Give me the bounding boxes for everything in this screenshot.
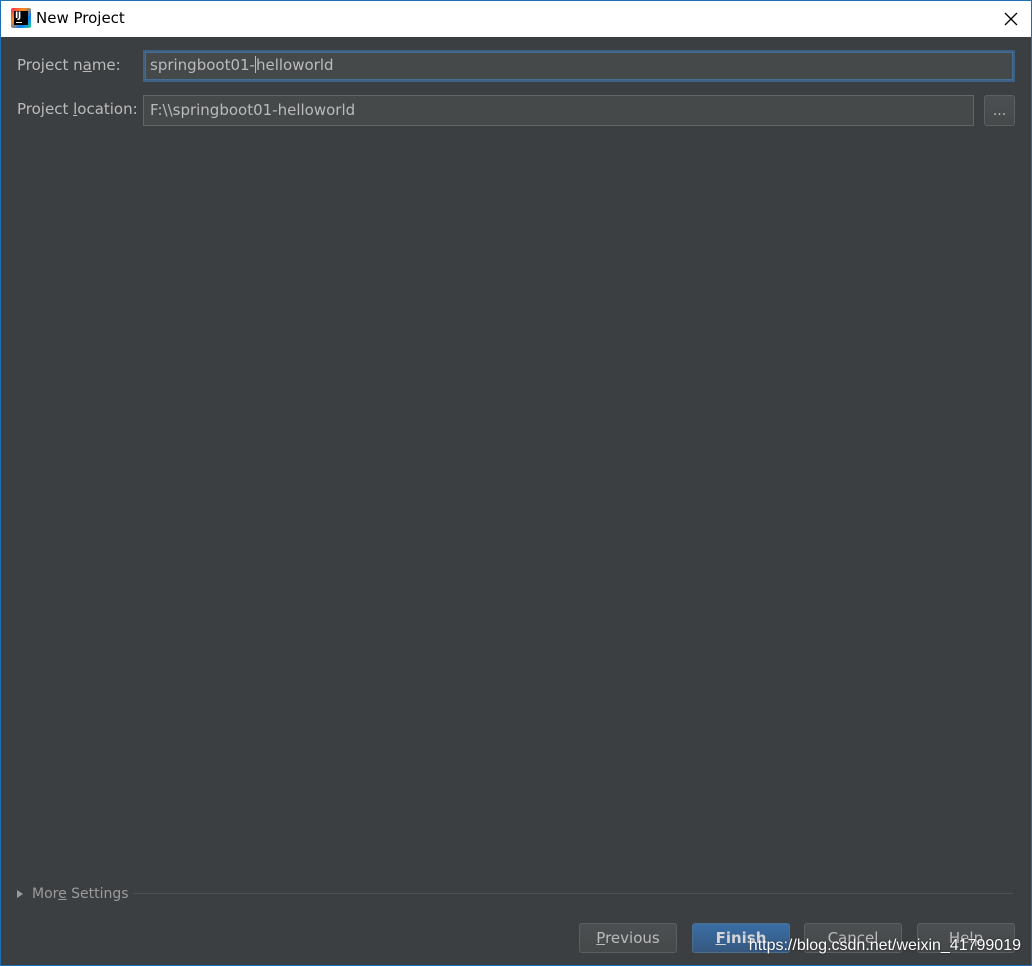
- intellij-idea-icon: IJ: [11, 8, 31, 28]
- close-icon: [1004, 12, 1018, 26]
- expand-triangle-icon: [17, 890, 23, 898]
- browse-location-button[interactable]: ...: [984, 95, 1015, 126]
- window-title: New Project: [36, 9, 125, 27]
- title-bar: IJ New Project: [1, 1, 1031, 37]
- more-settings-toggle[interactable]: More Settings: [17, 885, 129, 903]
- more-settings-label: More Settings: [32, 886, 129, 902]
- more-settings-divider: [133, 893, 1013, 894]
- previous-button[interactable]: Previous: [579, 923, 677, 953]
- close-button[interactable]: [997, 5, 1025, 33]
- new-project-dialog: IJ New Project Project name: springboot0…: [0, 0, 1032, 966]
- project-name-label: Project name:: [17, 56, 121, 74]
- watermark-text: https://blog.csdn.net/weixin_41799019: [748, 937, 1021, 954]
- project-location-label: Project location:: [17, 100, 138, 118]
- project-location-input[interactable]: F:\\springboot01-helloworld: [143, 95, 974, 126]
- project-name-input[interactable]: springboot01-helloworld: [143, 50, 1015, 82]
